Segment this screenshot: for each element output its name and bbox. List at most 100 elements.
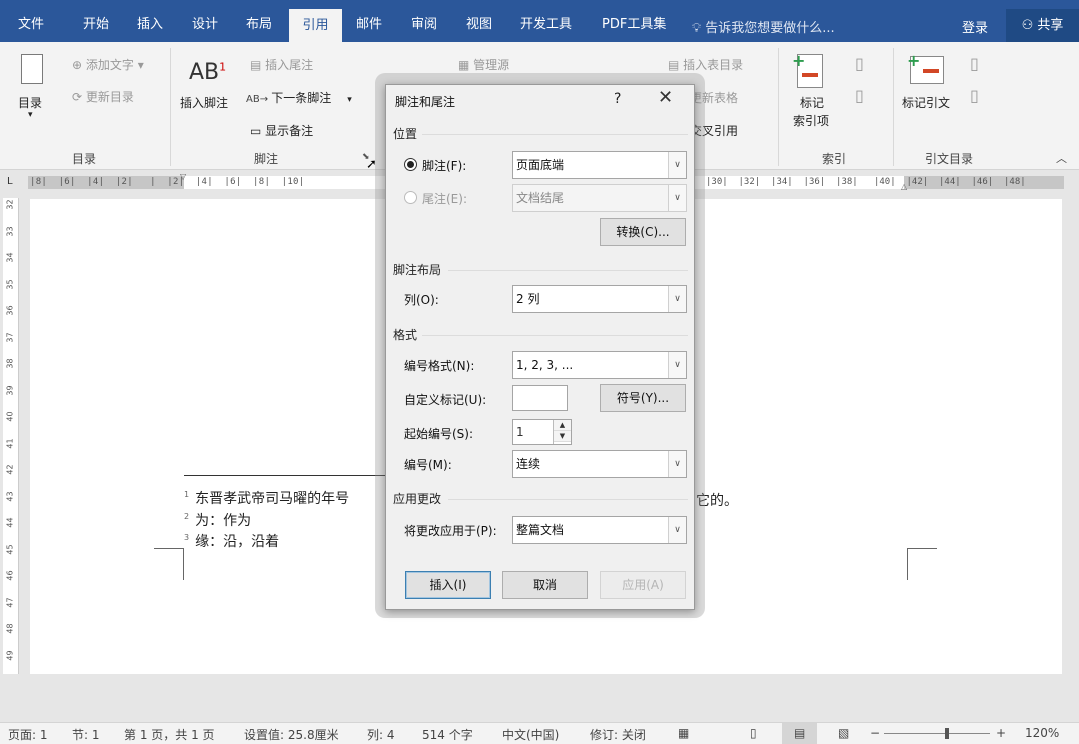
chevron-down-icon[interactable]: ∨ [668,517,686,543]
tab-insert[interactable]: 插入 [137,0,163,42]
zoom-slider[interactable] [884,728,990,739]
chevron-down-icon[interactable]: ▾ [28,110,33,120]
right-indent-marker-icon[interactable]: △ [901,182,907,191]
collapse-ribbon-icon[interactable]: ︿ [1056,150,1067,166]
next-footnote-button[interactable]: AB→ 下一条脚注 ▾ [246,89,352,106]
share-button[interactable]: ⚇ 共享 [1006,9,1079,42]
dialog-title: 脚注和尾注 [395,95,456,109]
apply-to-select[interactable]: 整篇文档 ∨ [512,516,687,544]
vertical-ruler-number: 49 [5,649,15,661]
tab-review[interactable]: 审阅 [411,0,437,42]
tab-mailings[interactable]: 邮件 [356,0,382,42]
mark-entry-line1[interactable]: 标记 [800,94,824,111]
show-notes-button[interactable]: ▭ 显示备注 [250,122,313,139]
update-index-icon[interactable]: ▯ [855,86,864,105]
update-toc-button[interactable]: ⟳ 更新目录 [72,88,134,105]
insert-button[interactable]: 插入(I) [405,571,491,599]
columns-select[interactable]: 2 列 ∨ [512,285,687,313]
custom-mark-input[interactable] [512,385,568,411]
spin-up-icon[interactable]: ▲ [554,420,571,431]
macro-record-icon[interactable]: ▦ [678,726,689,740]
mark-entry-line2[interactable]: 索引项 [793,112,829,129]
chevron-down-icon[interactable]: ∨ [668,286,686,312]
status-word-count[interactable]: 514 个字 [422,726,473,743]
chevron-down-icon[interactable]: ∨ [668,451,686,477]
insert-endnote-button[interactable]: ▤ 插入尾注 [250,56,313,73]
manage-sources-button[interactable]: ▦ 管理源 [458,56,509,73]
start-at-spinner[interactable]: ▲ ▼ [553,420,571,444]
zoom-level[interactable]: 120% [1025,726,1059,740]
insert-footnote-button[interactable]: 插入脚注 [180,94,228,111]
mark-citation-button[interactable]: 标记引文 [902,94,950,111]
add-text-button[interactable]: ⊕ 添加文字 ▾ [72,56,144,73]
status-column[interactable]: 列: 4 [367,726,395,743]
endnote-radio[interactable] [404,191,417,204]
endnote-label: 尾注(E): [422,192,467,206]
chevron-down-icon[interactable]: ∨ [668,352,686,378]
indent-marker-icon[interactable]: ▽ [180,172,186,181]
ruler-numbers-right: |30| |32| |34| |36| |38| |40| |42| |44| … [706,177,1026,187]
insert-toa-icon[interactable]: ▯ [970,54,979,73]
toc-button[interactable]: 目录 [18,94,42,111]
group-label-toc: 目录 [72,152,97,166]
tell-me-search[interactable]: 💡︎ 告诉我您想要做什么... [692,17,835,36]
read-mode-icon[interactable]: ▯ [750,726,757,740]
spin-down-icon[interactable]: ▼ [554,431,571,442]
status-language[interactable]: 中文(中国) [502,726,559,743]
status-page[interactable]: 页面: 1 [8,726,48,743]
footnote-radio[interactable] [404,158,417,171]
insert-table-of-figures-button[interactable]: ▤ 插入表目录 [668,56,743,73]
tab-home[interactable]: 开始 [83,0,109,42]
zoom-slider-thumb[interactable] [945,728,950,739]
start-at-input[interactable]: 1 ▲ ▼ [512,419,572,445]
vertical-ruler[interactable]: 32 33 34 35 36 37 38 39 40 41 42 43 44 45 46 47 48 49 [3,198,19,674]
section-layout: 脚注布局 [393,263,442,277]
number-format-select[interactable]: 1, 2, 3, ... ∨ [512,351,687,379]
red-bar-icon [802,73,818,77]
tab-layout[interactable]: 布局 [246,0,272,42]
help-icon[interactable]: ? [614,91,621,107]
group-label-index: 索引 [822,152,847,166]
footnote-entry[interactable]: 3 缘：沿，沿着 [184,531,279,551]
tab-developer[interactable]: 开发工具 [520,0,572,42]
footnote-mark: 2 [184,512,190,521]
chevron-down-icon[interactable]: ∨ [668,185,686,211]
tab-design[interactable]: 设计 [192,0,218,42]
footnote-entry[interactable]: 1 东晋孝武帝司马曜的年号 [184,488,349,508]
vertical-ruler-number: 32 [5,199,15,210]
footnote-entry[interactable]: 2 为：作为 [184,510,251,530]
tab-selector-icon[interactable]: L [7,176,13,187]
cancel-button[interactable]: 取消 [502,571,588,599]
vertical-ruler-number: 36 [5,305,15,316]
ribbon-tab-bar: 文件 开始 插入 设计 布局 引用 邮件 审阅 视图 开发工具 PDF工具集 💡… [0,0,1079,42]
status-at[interactable]: 设置值: 25.8厘米 [244,726,339,743]
mark-citation-icon: + [907,51,944,84]
tab-view[interactable]: 视图 [466,0,492,42]
login-link[interactable]: 登录 [962,17,988,36]
close-icon[interactable]: ✕ [658,88,673,108]
chevron-down-icon[interactable]: ▾ [347,95,352,105]
status-section[interactable]: 节: 1 [72,726,100,743]
tab-pdf-tools[interactable]: PDF工具集 [602,0,666,42]
print-layout-icon[interactable]: ▤ [782,723,818,744]
web-layout-icon[interactable]: ▧ [838,726,849,740]
tab-file[interactable]: 文件 [18,0,44,42]
chevron-down-icon[interactable]: ∨ [668,152,686,178]
show-notes-icon: ▭ [250,124,266,138]
endnote-location-select[interactable]: 文档结尾 ∨ [512,184,687,212]
update-toa-icon[interactable]: ▯ [970,86,979,105]
add-text-icon: ⊕ [72,58,86,72]
custom-mark-label: 自定义标记(U): [404,393,487,407]
status-track-changes[interactable]: 修订: 关闭 [590,726,646,743]
numbering-select[interactable]: 连续 ∨ [512,450,687,478]
footnote-location-select[interactable]: 页面底端 ∨ [512,151,687,179]
columns-label: 列(O): [404,293,439,307]
status-page-of[interactable]: 第 1 页，共 1 页 [124,726,215,743]
tab-references[interactable]: 引用 [289,9,342,42]
symbol-button[interactable]: 符号(Y)... [600,384,686,412]
convert-button[interactable]: 转换(C)... [600,218,686,246]
apply-button[interactable]: 应用(A) [600,571,686,599]
zoom-out-icon[interactable]: − [870,726,880,740]
insert-index-icon[interactable]: ▯ [855,54,864,73]
zoom-in-icon[interactable]: + [996,726,1006,740]
